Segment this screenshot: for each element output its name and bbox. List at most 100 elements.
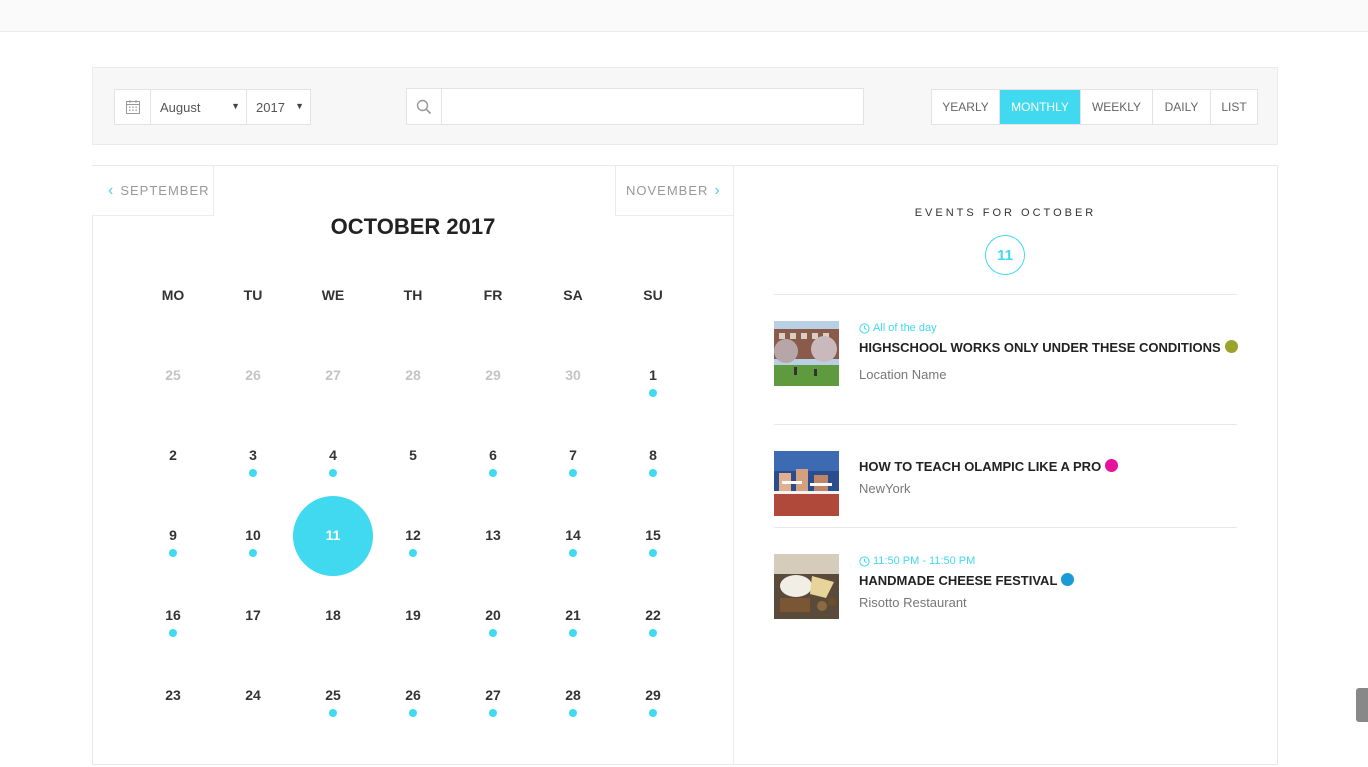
year-select[interactable]: 2017 ▼ — [247, 90, 310, 124]
calendar-day[interactable]: 9 — [133, 527, 213, 607]
month-select-value: August — [160, 99, 201, 115]
event-indicator-dot — [489, 709, 497, 717]
view-switcher: YEARLY MONTHLY WEEKLY DAILY LIST — [931, 89, 1258, 125]
calendar-day[interactable]: 29 — [613, 687, 693, 767]
calendar-day[interactable]: 6 — [453, 447, 533, 527]
calendar-day[interactable]: 29 — [453, 367, 533, 447]
calendar-day[interactable]: 21 — [533, 607, 613, 687]
event-indicator-dot — [249, 549, 257, 557]
side-panel-toggle[interactable] — [1356, 688, 1368, 722]
caret-down-icon: ▼ — [231, 101, 240, 111]
day-number: 25 — [165, 367, 181, 383]
event-location: Location Name — [859, 367, 947, 382]
calendar-day[interactable]: 27 — [293, 367, 373, 447]
event-category-dot — [1224, 340, 1238, 353]
weekday-header: TU — [243, 287, 263, 303]
event-title: HIGHSCHOOL WORKS ONLY UNDER THESE CONDIT… — [859, 340, 1221, 355]
event-title: HANDMADE CHEESE FESTIVAL — [859, 573, 1058, 588]
calendar-day[interactable]: 27 — [453, 687, 533, 767]
calendar-day[interactable]: 22 — [613, 607, 693, 687]
year-select-value: 2017 — [256, 99, 285, 115]
day-number: 20 — [485, 607, 501, 623]
calendar-day[interactable]: 10 — [213, 527, 293, 607]
weekday-header: SA — [563, 287, 583, 303]
calendar-day-selected[interactable]: 11 — [293, 496, 373, 607]
day-number: 15 — [645, 527, 661, 543]
event-time: All of the day — [859, 321, 1239, 335]
event-item[interactable]: 11:50 PM - 11:50 PM HANDMADE CHEESE FESTI… — [774, 554, 1237, 624]
calendar-day[interactable]: 19 — [373, 607, 453, 687]
calendar-day[interactable]: 13 — [453, 527, 533, 607]
search-icon[interactable] — [407, 89, 442, 124]
calendar-day[interactable]: 17 — [213, 607, 293, 687]
calendar-day[interactable]: 18 — [293, 607, 373, 687]
day-number: 13 — [485, 527, 501, 543]
divider — [774, 424, 1237, 425]
search-box — [406, 88, 864, 125]
calendar-day[interactable]: 28 — [533, 687, 613, 767]
calendar-day[interactable]: 3 — [213, 447, 293, 527]
day-number: 8 — [649, 447, 657, 463]
prev-month-button[interactable]: ‹ SEPTEMBER — [92, 166, 214, 216]
day-number: 29 — [645, 687, 661, 703]
weekday-header: TH — [403, 287, 423, 303]
calendar-day[interactable]: 25 — [133, 367, 213, 447]
event-indicator-dot — [329, 469, 337, 477]
event-title: HOW TO TEACH OLAMPIC LIKE A PRO — [859, 459, 1102, 474]
event-thumbnail[interactable] — [774, 554, 839, 619]
event-title-link[interactable]: HIGHSCHOOL WORKS ONLY UNDER THESE CONDIT… — [859, 339, 1239, 357]
calendar-day[interactable]: 2 — [133, 447, 213, 527]
next-month-button[interactable]: NOVEMBER › — [615, 166, 734, 216]
event-category-dot — [1061, 573, 1075, 586]
selected-day-badge: 11 — [985, 235, 1025, 275]
weekday-header: WE — [321, 287, 345, 303]
calendar-day[interactable]: 25 — [293, 687, 373, 767]
view-yearly-button[interactable]: YEARLY — [932, 90, 1000, 124]
event-indicator-dot — [489, 469, 497, 477]
calendar-day[interactable]: 7 — [533, 447, 613, 527]
event-thumbnail[interactable] — [774, 321, 839, 386]
clock-icon — [859, 322, 870, 334]
calendar-day[interactable]: 1 — [613, 367, 693, 447]
view-weekly-button[interactable]: WEEKLY — [1081, 90, 1153, 124]
event-title-link[interactable]: HANDMADE CHEESE FESTIVAL — [859, 572, 1239, 590]
event-indicator-dot — [569, 629, 577, 637]
view-daily-button[interactable]: DAILY — [1153, 90, 1211, 124]
calendar-day[interactable]: 20 — [453, 607, 533, 687]
event-time: 11:50 PM - 11:50 PM — [859, 554, 1239, 568]
day-number: 9 — [169, 527, 177, 543]
calendar-day[interactable]: 12 — [373, 527, 453, 607]
month-select[interactable]: August ▼ — [151, 90, 247, 124]
search-input[interactable] — [442, 89, 863, 124]
weekday-header: FR — [483, 287, 503, 303]
weekday-header: SU — [643, 287, 663, 303]
day-number: 10 — [245, 527, 261, 543]
calendar-day[interactable]: 8 — [613, 447, 693, 527]
calendar-day[interactable]: 15 — [613, 527, 693, 607]
calendar-day[interactable]: 5 — [373, 447, 453, 527]
calendar-day[interactable]: 30 — [533, 367, 613, 447]
calendar-day[interactable]: 26 — [213, 367, 293, 447]
event-title-link[interactable]: HOW TO TEACH OLAMPIC LIKE A PRO — [859, 458, 1239, 476]
view-monthly-button[interactable]: MONTHLY — [1000, 90, 1081, 124]
event-indicator-dot — [649, 549, 657, 557]
calendar-day[interactable]: 24 — [213, 687, 293, 767]
caret-down-icon: ▼ — [295, 101, 304, 111]
calendar-day[interactable]: 28 — [373, 367, 453, 447]
day-number: 28 — [405, 367, 421, 383]
event-thumbnail[interactable] — [774, 451, 839, 516]
view-list-button[interactable]: LIST — [1211, 90, 1257, 124]
event-indicator-dot — [649, 389, 657, 397]
day-number: 11 — [325, 527, 341, 543]
calendar-day[interactable]: 23 — [133, 687, 213, 767]
calendar-day[interactable]: 14 — [533, 527, 613, 607]
event-indicator-dot — [649, 469, 657, 477]
divider — [774, 294, 1237, 295]
calendar-day[interactable]: 26 — [373, 687, 453, 767]
event-item[interactable]: All of the day HIGHSCHOOL WORKS ONLY UNDE… — [774, 321, 1239, 391]
event-item[interactable]: HOW TO TEACH OLAMPIC LIKE A PRO NewYork — [774, 451, 1237, 521]
event-time-label: 11:50 PM - 11:50 PM — [873, 555, 976, 567]
calendar-icon[interactable] — [115, 90, 151, 124]
day-number: 24 — [245, 687, 261, 703]
calendar-day[interactable]: 16 — [133, 607, 213, 687]
